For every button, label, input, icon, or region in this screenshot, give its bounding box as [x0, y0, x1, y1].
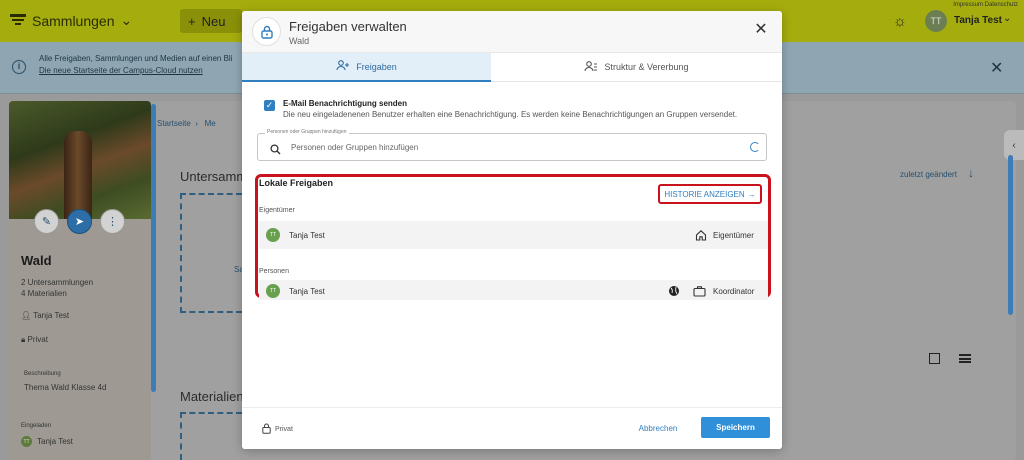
invited-name: Tanja Test — [37, 437, 73, 446]
info-banner-text: Alle Freigaben, Sammlungen und Medien au… — [39, 54, 233, 63]
dialog-footer: Privat Abbrechen Speichern — [242, 407, 782, 449]
collection-info-card: ✎ ➤ ⋮ Wald 2 Untersammlungen 4 Materiali… — [9, 101, 151, 460]
add-user-icon — [336, 60, 350, 73]
subcollection-dropzone[interactable]: Sa — [180, 193, 244, 313]
breadcrumb-next[interactable]: Me — [205, 119, 216, 128]
add-people-field: Personen oder Gruppen hinzufügen — [257, 129, 767, 161]
description-text: Thema Wald Klasse 4d — [24, 383, 107, 392]
subcollection-count: 2 Untersammlungen — [21, 278, 94, 287]
invited-label: Eingeladen — [21, 423, 52, 429]
info-banner-link[interactable]: Die neue Startseite der Campus-Cloud nut… — [39, 66, 203, 75]
owner-row: TT Tanja Test Eigentümer — [259, 221, 768, 249]
edit-pencil-icon[interactable]: ✎ — [34, 209, 59, 234]
arrow-right-icon: → — [747, 189, 756, 199]
close-icon[interactable]: ✕ — [990, 58, 1003, 78]
legal-links: Impressum Datenschutz — [953, 2, 1018, 8]
chevron-right-icon: › — [193, 119, 203, 128]
datenschutz-link[interactable]: Datenschutz — [985, 2, 1018, 8]
avatar: TT — [266, 228, 280, 242]
show-history-label: HISTORIE ANZEIGEN — [664, 189, 745, 199]
sort-label[interactable]: zuletzt geändert — [900, 170, 957, 179]
owner-name: Tanja Test — [33, 311, 70, 320]
home-icon — [695, 228, 707, 246]
dialog-tabs: Freigaben Struktur & Vererbung — [242, 53, 782, 82]
list-view-icon[interactable] — [959, 354, 971, 363]
main-scrollbar[interactable] — [1008, 155, 1013, 315]
description-label: Beschreibung — [24, 371, 61, 377]
share-icon[interactable]: ➤ — [67, 209, 92, 234]
lock-icon — [262, 423, 271, 436]
collections-icon — [10, 13, 26, 29]
collection-owner: 👤︎ Tanja Test — [21, 311, 69, 320]
visibility-label: Privat — [27, 335, 48, 344]
chevron-down-icon: ⌄ — [120, 12, 133, 28]
dialog-header: Freigaben verwalten Wald ✕ — [242, 11, 782, 53]
grid-view-icon[interactable] — [929, 353, 940, 364]
avatar: TT — [21, 436, 32, 447]
new-button-label: Neu — [201, 13, 226, 29]
new-button[interactable]: + Neu — [180, 9, 242, 33]
chevron-left-icon[interactable]: ‹ — [1004, 130, 1024, 160]
owner-role: Eigentümer — [713, 231, 754, 240]
user-icon: 👤︎ — [21, 311, 32, 320]
subcollections-title: Untersamm — [180, 169, 248, 184]
person-name: Tanja Test — [289, 287, 325, 296]
add-people-field-label: Personen oder Gruppen hinzufügen — [265, 129, 349, 135]
footer-visibility: Privat — [262, 423, 293, 436]
collections-menu[interactable]: Sammlungen ⌄ — [10, 12, 132, 29]
info-icon: i — [12, 60, 26, 74]
user-menu-name[interactable]: Tanja Test — [954, 15, 1002, 26]
list-item[interactable]: TT Tanja Test Koordinator — [259, 280, 768, 300]
tab-freigaben-label: Freigaben — [356, 61, 397, 72]
add-people-input[interactable] — [291, 140, 731, 154]
impressum-link[interactable]: Impressum — [953, 2, 983, 8]
collections-label: Sammlungen — [32, 12, 115, 29]
owner-group-label: Eigentümer — [259, 207, 295, 214]
globe-icon[interactable] — [668, 284, 680, 302]
dialog-subtitle: Wald — [289, 36, 310, 46]
show-history-button[interactable]: HISTORIE ANZEIGEN → — [658, 184, 762, 204]
dialog-title: Freigaben verwalten — [289, 19, 407, 34]
collection-image — [9, 101, 151, 219]
local-shares-section: Lokale Freigaben HISTORIE ANZEIGEN → Eig… — [255, 174, 771, 300]
more-options-icon[interactable]: ⋮ — [100, 209, 125, 234]
save-button[interactable]: Speichern — [701, 417, 770, 438]
collection-visibility: 🔒︎ Privat — [21, 335, 48, 345]
plus-icon: + — [188, 13, 196, 29]
sidebar-scrollbar[interactable] — [151, 104, 156, 392]
footer-visibility-label: Privat — [275, 426, 293, 433]
lock-icon: 🔒︎ — [21, 335, 26, 344]
invited-user: TT Tanja Test — [21, 436, 73, 447]
local-shares-title: Lokale Freigaben — [259, 178, 334, 188]
materials-dropzone[interactable] — [180, 412, 242, 460]
loading-spinner-icon — [750, 142, 760, 152]
materials-title: Materialien — [180, 389, 244, 404]
persons-group-label: Personen — [259, 268, 289, 275]
email-notification-checkbox[interactable]: ✓ — [264, 100, 275, 111]
briefcase-icon — [693, 284, 706, 302]
material-count: 4 Materialien — [21, 289, 67, 298]
breadcrumb-start[interactable]: Startseite — [157, 119, 191, 128]
lock-icon — [252, 17, 281, 46]
breadcrumb: Startseite › Me — [157, 119, 216, 128]
search-icon — [270, 142, 281, 160]
avatar[interactable]: TT — [925, 10, 947, 32]
chevron-down-icon[interactable]: ⌄ — [1003, 13, 1011, 24]
arrow-down-icon[interactable]: ↓ — [968, 166, 974, 180]
theme-toggle-sun-icon[interactable]: ☼ — [893, 13, 907, 30]
users-structure-icon — [584, 60, 598, 74]
collection-name: Wald — [21, 253, 52, 268]
avatar: TT — [266, 284, 280, 298]
tab-structure-inheritance[interactable]: Struktur & Vererbung — [491, 53, 782, 82]
owner-name: Tanja Test — [289, 231, 325, 240]
collection-counts: 2 Untersammlungen 4 Materialien — [21, 277, 93, 299]
person-role[interactable]: Koordinator — [713, 287, 754, 296]
email-notification-description: Die neu eingeladenenen Benutzer erhalten… — [283, 110, 738, 119]
share-dialog: Freigaben verwalten Wald ✕ Freigaben Str… — [242, 11, 782, 449]
cancel-button[interactable]: Abbrechen — [628, 420, 688, 436]
tab-structure-label: Struktur & Vererbung — [604, 62, 689, 72]
tab-freigaben[interactable]: Freigaben — [242, 53, 491, 82]
close-icon[interactable]: ✕ — [753, 22, 769, 39]
email-notification-title: E-Mail Benachrichtigung senden — [283, 99, 408, 108]
